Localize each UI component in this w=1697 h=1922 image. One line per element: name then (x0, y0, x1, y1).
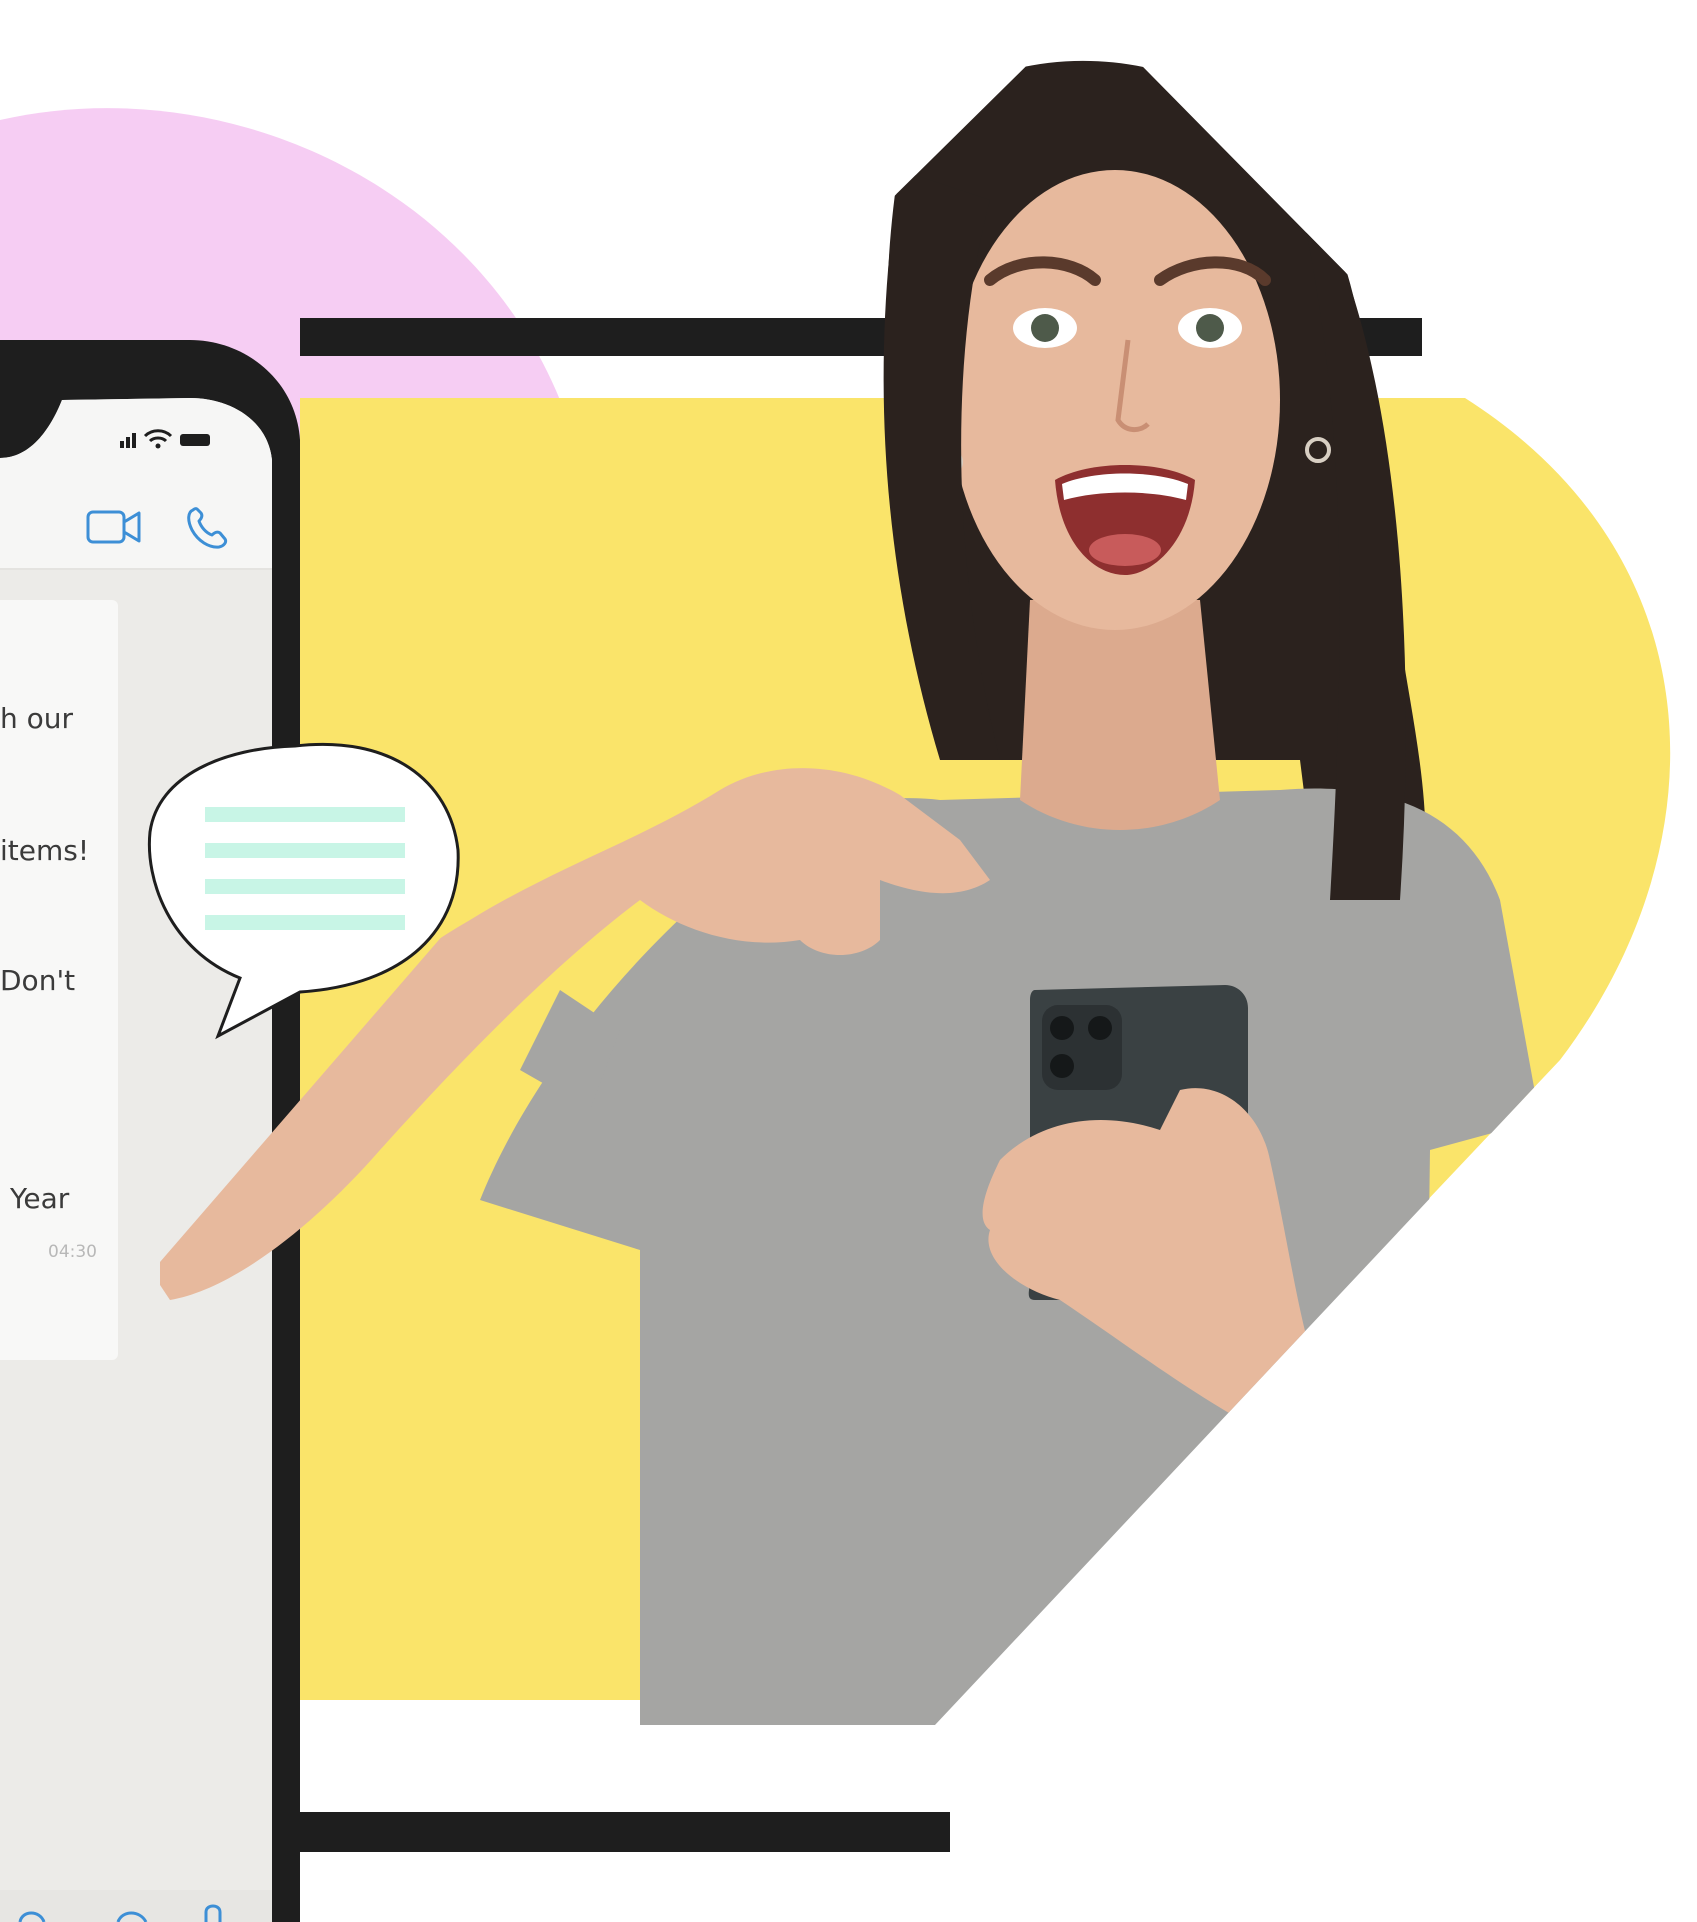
speech-line (205, 915, 405, 930)
message-timestamp: 04:30 (48, 1242, 97, 1262)
camera-module (1042, 1005, 1122, 1090)
message-line-3: Don't (0, 964, 76, 997)
neck (1020, 600, 1220, 830)
battery-icon (180, 434, 210, 446)
speech-line (205, 843, 405, 858)
phone-mockup (0, 340, 300, 1922)
message-line-4: Year (10, 1182, 70, 1215)
message-line-1: h our (0, 702, 74, 735)
speech-line (205, 807, 405, 822)
speech-line (205, 879, 405, 894)
promo-illustration (0, 60, 1671, 1922)
message-line-2: items! (0, 834, 90, 867)
